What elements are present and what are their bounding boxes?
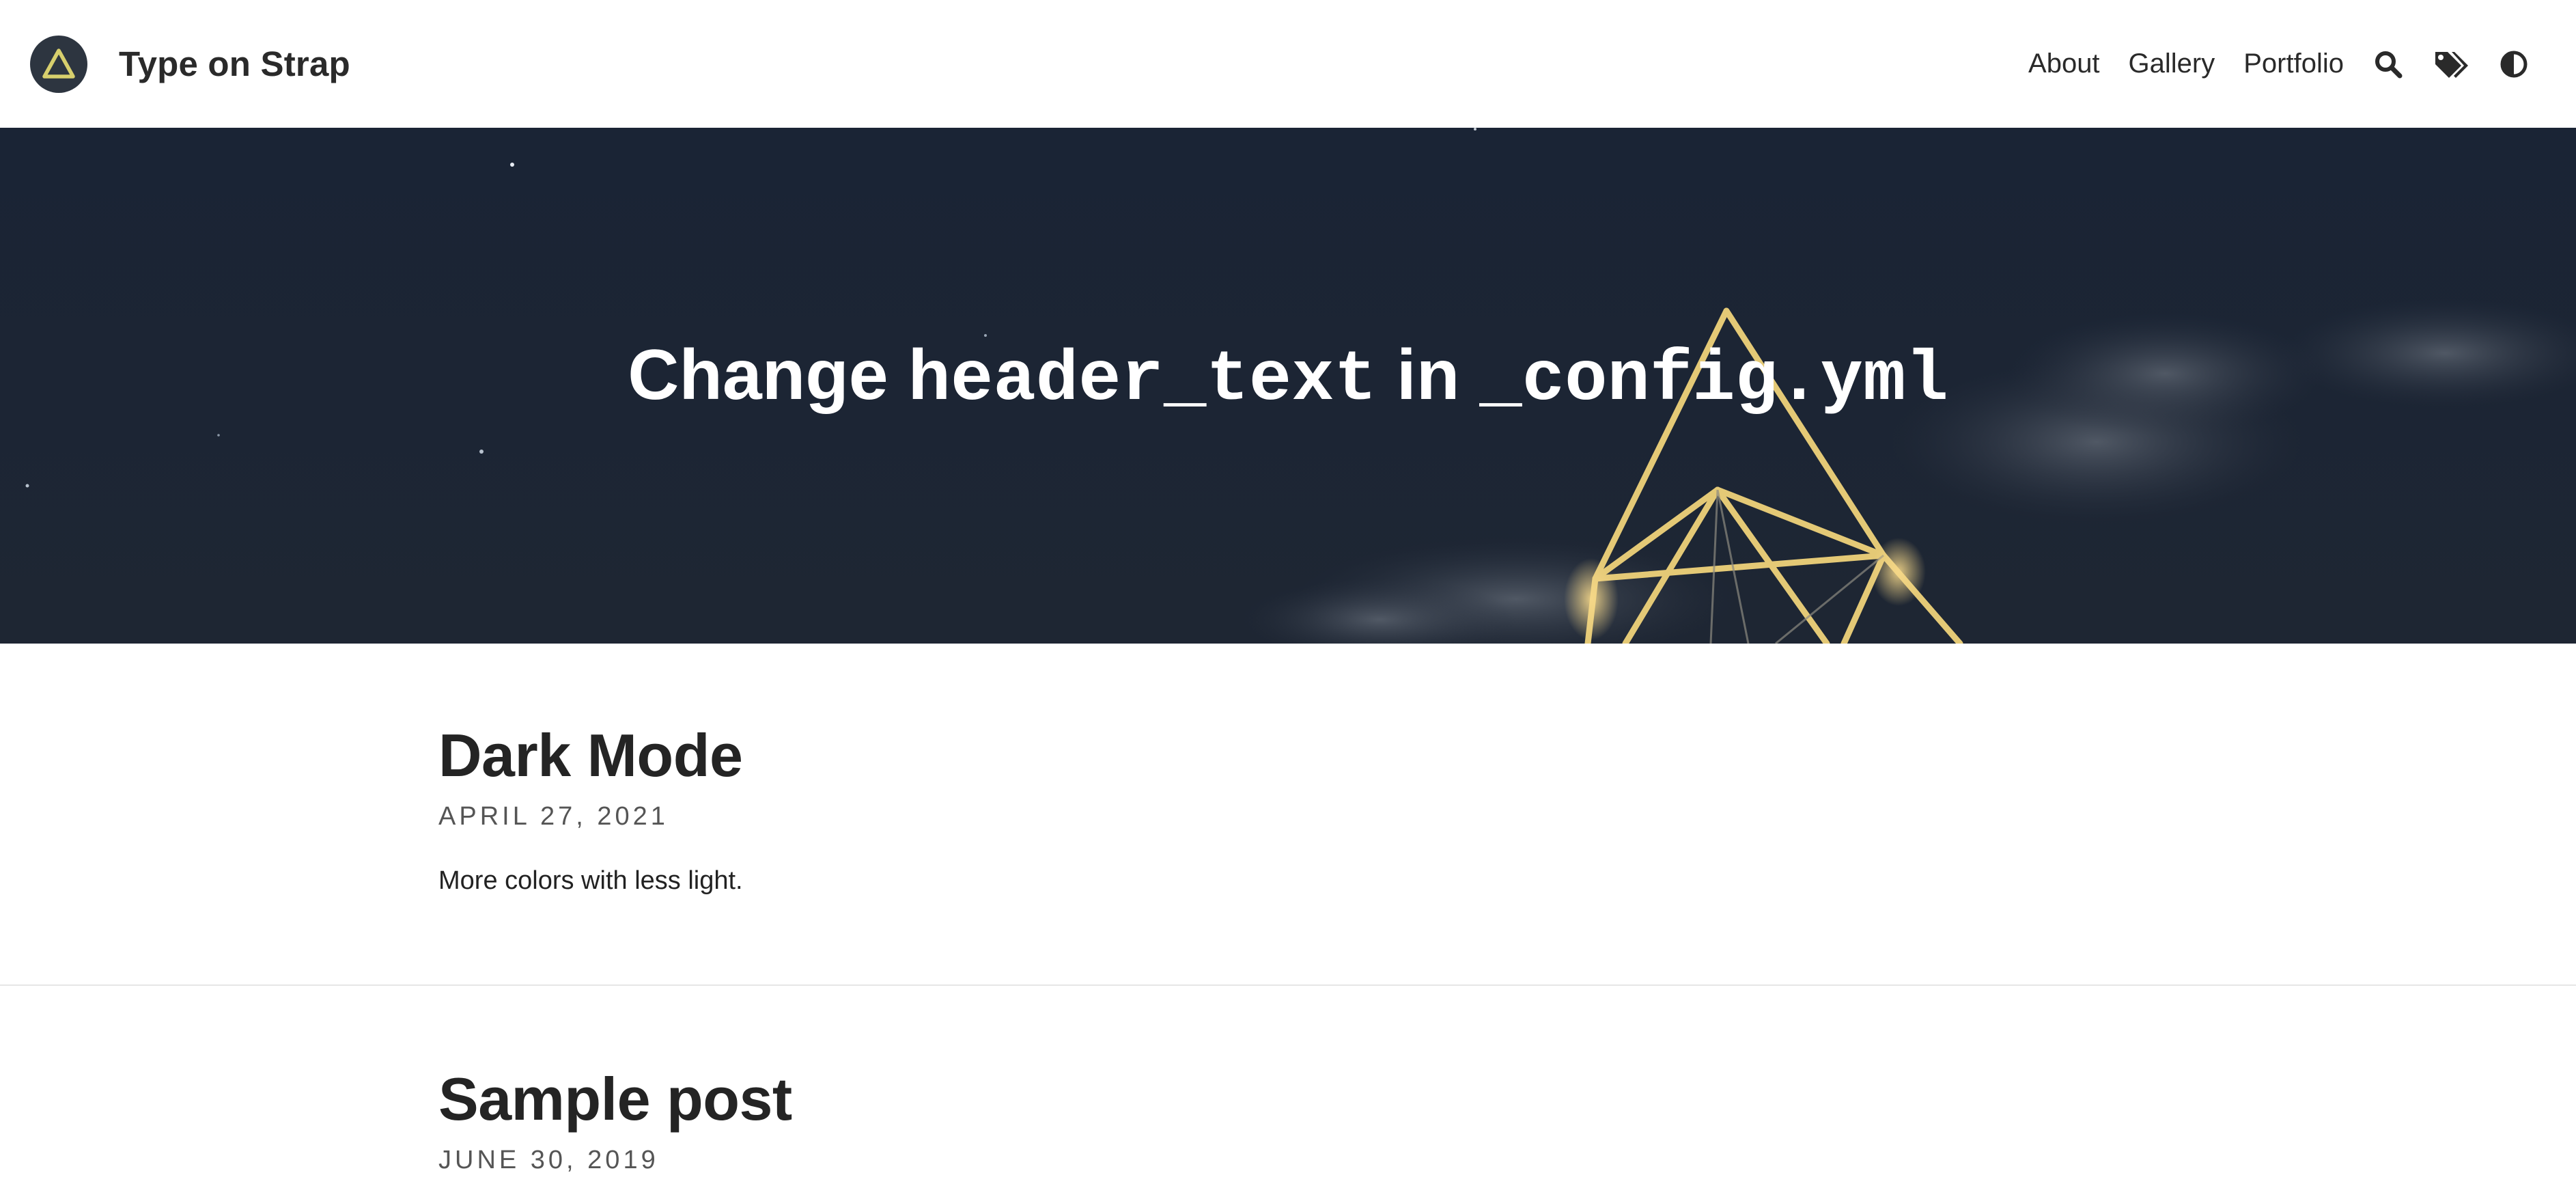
hero-title-code-2: _config.yml	[1479, 340, 1948, 421]
post-divider	[0, 984, 2576, 986]
hero-title: Change header_text in _config.yml	[0, 340, 2576, 416]
post-item: Sample post JUNE 30, 2019	[0, 1069, 2576, 1174]
nav-link-portfolio[interactable]: Portfolio	[2243, 49, 2344, 79]
post-title[interactable]: Sample post	[438, 1069, 2576, 1129]
nav-link-about[interactable]: About	[2028, 49, 2100, 79]
theme-toggle-icon[interactable]	[2500, 50, 2528, 79]
hero-banner: Change header_text in _config.yml	[0, 128, 2576, 644]
hero-title-text-2: in	[1396, 335, 1460, 415]
site-logo[interactable]	[30, 35, 87, 93]
site-header: Type on Strap About Gallery Portfolio	[0, 0, 2576, 128]
post-title[interactable]: Dark Mode	[438, 726, 2576, 786]
site-title[interactable]: Type on Strap	[119, 44, 350, 84]
post-date: JUNE 30, 2019	[438, 1146, 659, 1174]
main-nav: About Gallery Portfolio	[2028, 49, 2528, 79]
post-date: APRIL 27, 2021	[438, 802, 669, 831]
search-icon[interactable]	[2374, 50, 2403, 79]
nav-link-gallery[interactable]: Gallery	[2129, 49, 2215, 79]
post-item: Dark Mode APRIL 27, 2021 More colors wit…	[0, 726, 2576, 894]
hero-title-code-1: header_text	[908, 340, 1377, 421]
hero-title-text-1: Change	[628, 335, 888, 415]
triangle-logo-icon	[42, 48, 75, 79]
post-excerpt: More colors with less light.	[438, 866, 743, 895]
tags-icon[interactable]	[2433, 49, 2469, 79]
